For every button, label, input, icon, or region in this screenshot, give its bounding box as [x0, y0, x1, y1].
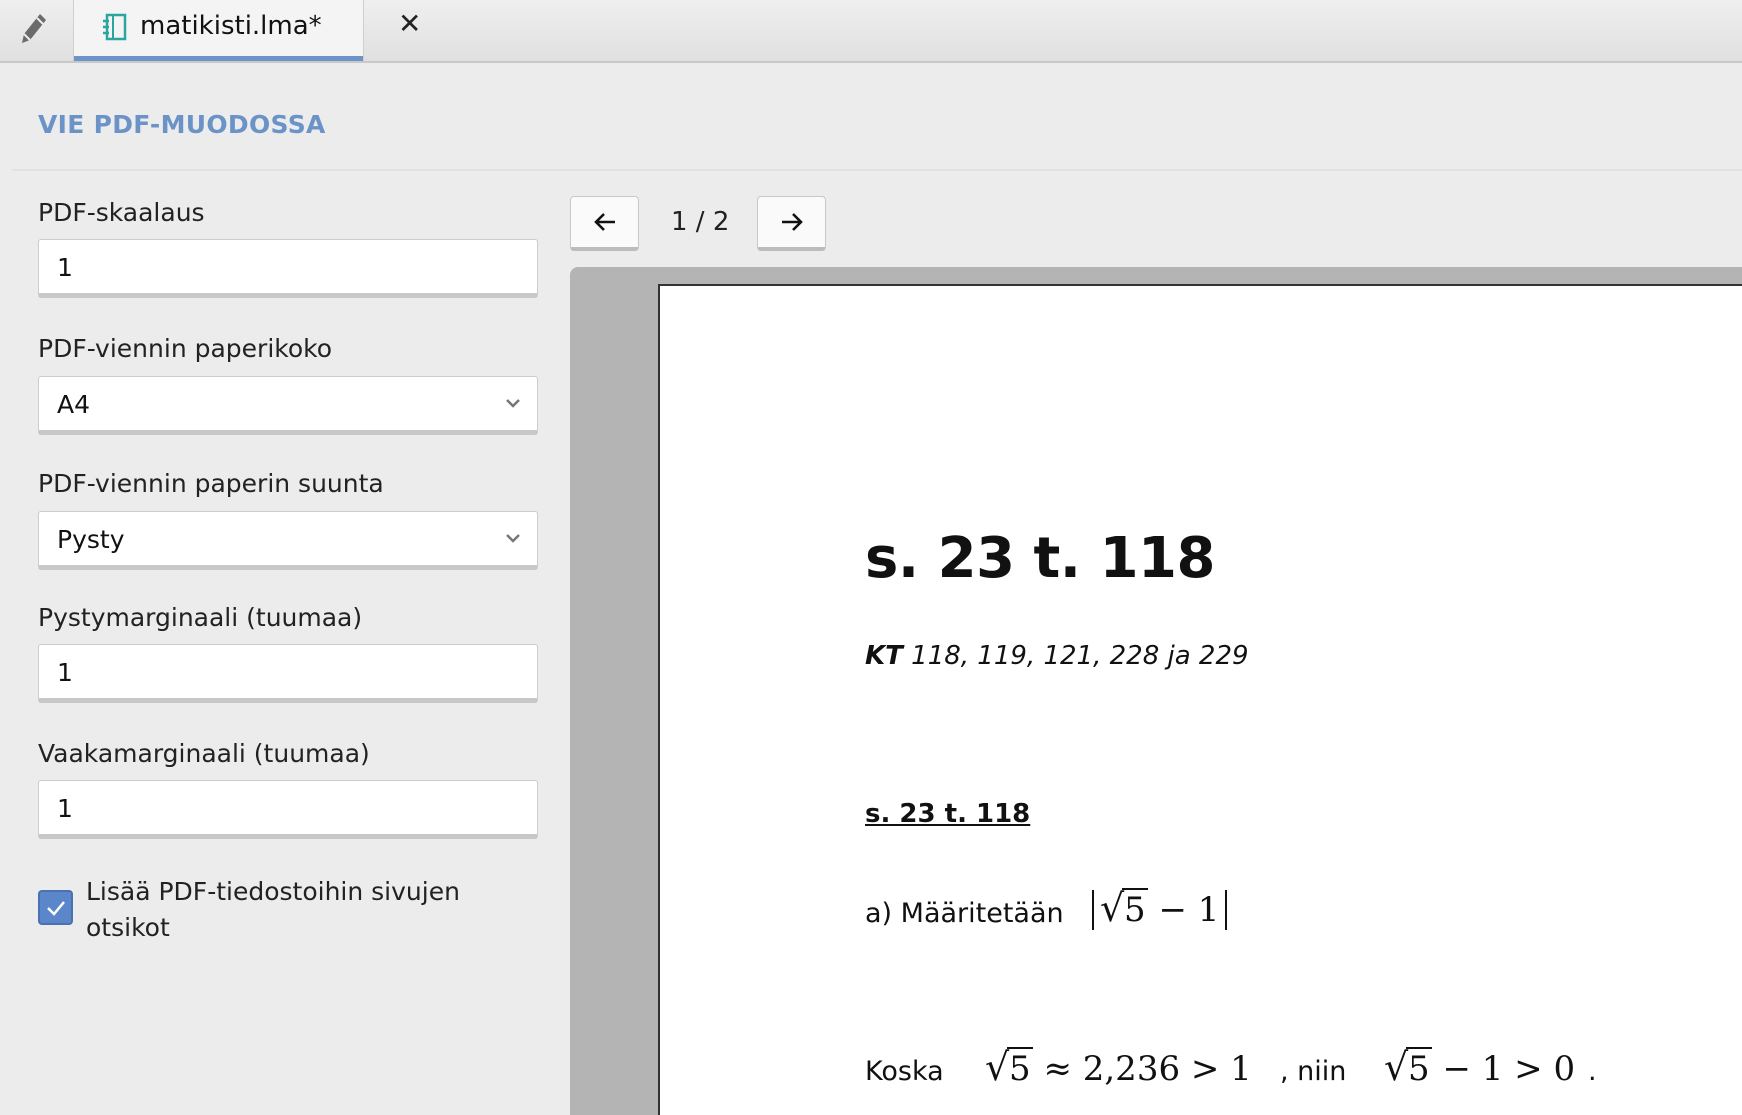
orientation-value: Pysty [57, 525, 125, 554]
vmargin-value: 1 [57, 658, 73, 687]
tab-bar: matikisti.lma* ✕ [0, 0, 1742, 63]
hmargin-value: 1 [57, 794, 73, 823]
vmargin-label: Pystymarginaali (tuumaa) [38, 603, 363, 632]
chevron-down-icon [503, 528, 523, 548]
doc-heading: s. 23 t. 118 [865, 526, 1215, 591]
paper-size-label: PDF-viennin paperikoko [38, 334, 333, 363]
radicand: 5 [1122, 888, 1148, 930]
scale-label: PDF-skaalaus [38, 198, 205, 227]
tab-active-indicator [74, 56, 363, 61]
scale-input[interactable]: 1 [38, 239, 538, 298]
pencil-icon[interactable] [18, 10, 50, 46]
paper-size-select[interactable]: A4 [38, 376, 538, 435]
chevron-down-icon [503, 393, 523, 413]
arrow-right-icon [781, 213, 803, 231]
paper-size-value: A4 [57, 390, 91, 419]
doc-line-a-text: a) Määritetään [865, 898, 1064, 929]
pdf-page: s. 23 t. 118 KT 118, 119, 121, 228 ja 22… [658, 284, 1742, 1115]
doc-line-b-mid: , niin [1280, 1056, 1347, 1087]
doc-subtitle-rest: 118, 119, 121, 228 ja 229 [902, 641, 1249, 671]
doc-subtitle-bold: KT [865, 641, 903, 671]
doc-line-a-math: 5 − 1 [1092, 886, 1228, 930]
scale-value: 1 [57, 253, 73, 282]
check-icon [46, 900, 65, 916]
orientation-select[interactable]: Pysty [38, 511, 538, 570]
tab-matikisti[interactable]: matikisti.lma* ✕ [73, 0, 421, 61]
math-rest: ≈ 2,236 > 1 [1032, 1049, 1252, 1089]
doc-line-b-dot: . [1588, 1056, 1597, 1087]
arrow-left-icon [593, 213, 615, 231]
next-page-button[interactable] [757, 196, 826, 251]
close-icon[interactable]: ✕ [398, 10, 421, 38]
doc-line-b-math1: 5 ≈ 2,236 > 1 [985, 1045, 1252, 1089]
notebook-icon [101, 13, 127, 41]
orientation-label: PDF-viennin paperin suunta [38, 469, 384, 498]
doc-subheading: s. 23 t. 118 [865, 799, 1031, 829]
doc-line-b-text: Koska [865, 1056, 944, 1087]
section-divider [12, 169, 1742, 171]
prev-page-button[interactable] [570, 196, 639, 251]
vmargin-input[interactable]: 1 [38, 644, 538, 703]
hmargin-input[interactable]: 1 [38, 780, 538, 839]
page-headers-label[interactable]: Lisää PDF-tiedostoihin sivujen otsikot [86, 874, 506, 946]
radicand: 5 [1406, 1047, 1432, 1089]
tab-title: matikisti.lma* [140, 11, 322, 41]
math-rest: − 1 > 0 [1431, 1049, 1576, 1089]
page-headers-checkbox[interactable] [38, 890, 73, 925]
math-rest: − 1 [1147, 890, 1220, 930]
hmargin-label: Vaakamarginaali (tuumaa) [38, 739, 370, 768]
section-title: VIE PDF-MUODOSSA [38, 110, 326, 139]
radicand: 5 [1007, 1047, 1033, 1089]
doc-line-b-math2: 5 − 1 > 0 [1384, 1045, 1576, 1089]
doc-subtitle: KT 118, 119, 121, 228 ja 229 [865, 641, 1249, 671]
page-indicator: 1 / 2 [671, 207, 730, 237]
